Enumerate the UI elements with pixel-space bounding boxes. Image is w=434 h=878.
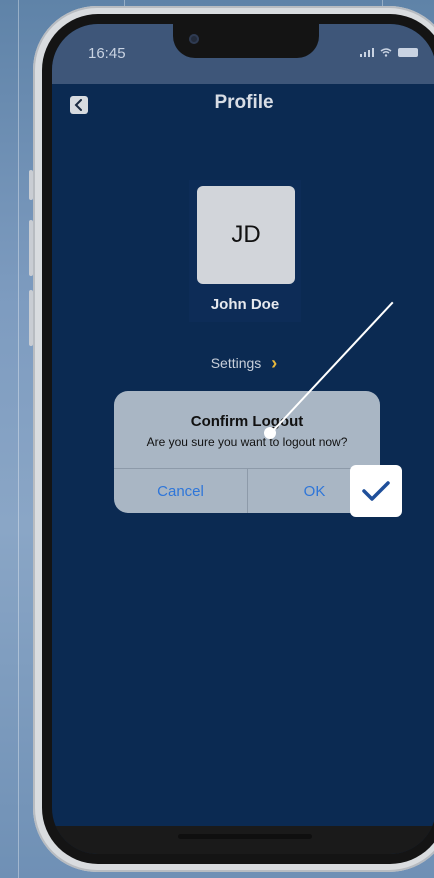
home-indicator[interactable] <box>178 834 312 839</box>
checkmark-icon <box>362 481 390 501</box>
phone-screen: 16:45 Profile JD John Doe Settings › Con… <box>52 24 434 854</box>
status-time: 16:45 <box>88 45 126 62</box>
battery-icon <box>398 48 418 57</box>
profile-card: JD John Doe <box>189 180 301 322</box>
avatar-initials: JD <box>231 221 261 248</box>
dialog-message: Are you sure you want to logout now? <box>146 435 348 449</box>
avatar[interactable]: JD <box>197 186 295 284</box>
notch <box>173 24 319 58</box>
settings-label: Settings <box>210 355 262 371</box>
chevron-right-icon: › <box>271 353 278 373</box>
settings-link[interactable]: Settings › <box>52 354 434 372</box>
profile-name: John Doe <box>210 296 280 313</box>
cancel-button[interactable]: Cancel <box>114 469 247 513</box>
page-title: Profile <box>214 92 274 113</box>
checkmark-badge <box>350 465 402 517</box>
camera-icon <box>189 34 199 44</box>
background-guide-line <box>18 0 19 878</box>
status-icons <box>360 48 418 57</box>
signal-icon <box>360 48 374 57</box>
logout-dialog: Confirm Logout Are you sure you want to … <box>114 391 380 513</box>
wifi-icon <box>380 48 392 57</box>
dialog-title: Confirm Logout <box>190 413 304 430</box>
phone-volume-down <box>29 290 33 346</box>
phone-side-button <box>29 170 33 200</box>
bottom-bezel <box>52 826 434 854</box>
phone-volume-up <box>29 220 33 276</box>
